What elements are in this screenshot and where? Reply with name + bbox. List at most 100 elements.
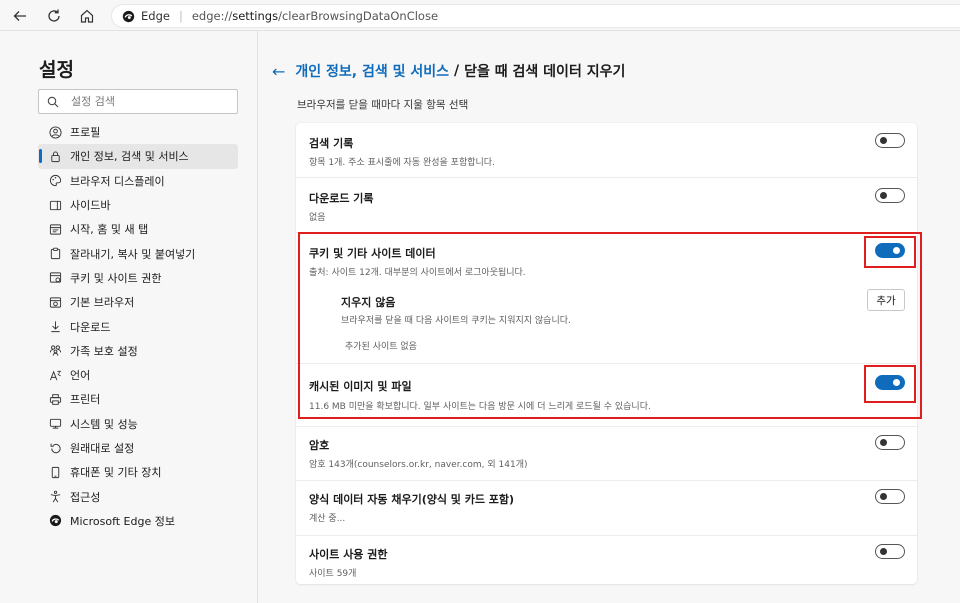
sidebar-item-label: 다운로드: [70, 320, 111, 334]
setting-desc: 암호 143개(counselors.or.kr, naver.com, 외 1…: [309, 460, 528, 470]
setting-row-downloads: 다운로드 기록 없음: [296, 178, 917, 233]
address-bar-area: Edge | edge://settings/clearBrowsingData…: [0, 0, 960, 31]
sidebar-nav: 프로필 개인 정보, 검색 및 서비스 브라우저 디스플레이 사이드바 시작, …: [38, 120, 238, 533]
setting-desc: 없음: [309, 213, 326, 223]
sidebar-item-label: 시스템 및 성능: [70, 417, 138, 431]
back-button[interactable]: [9, 5, 31, 27]
highlight-box-cookies-toggle: [864, 236, 916, 268]
sidebar-item-label: 시작, 홈 및 새 탭: [70, 223, 149, 237]
url-host: settings: [232, 9, 279, 23]
site-permissions-toggle[interactable]: [875, 544, 905, 559]
system-icon: [48, 417, 62, 431]
setting-title: 다운로드 기록: [309, 192, 374, 205]
sidebar-item-label: 사이드바: [70, 199, 111, 213]
printer-icon: [48, 392, 62, 406]
history-toggle[interactable]: [875, 133, 905, 148]
setting-row-passwords: 암호 암호 143개(counselors.or.kr, naver.com, …: [296, 427, 917, 481]
sidebar-item-label: 잘라내기, 복사 및 붙여넣기: [70, 247, 196, 261]
sidebar-item-phone[interactable]: 휴대폰 및 기타 장치: [38, 460, 238, 484]
sidebar-item-label: 프로필: [70, 126, 101, 140]
sidebar-item-default-browser[interactable]: 기본 브라우저: [38, 290, 238, 314]
accessibility-icon: [48, 490, 62, 504]
setting-title: 양식 데이터 자동 채우기(양식 및 카드 포함): [309, 493, 515, 506]
refresh-button[interactable]: [43, 5, 65, 27]
home-button[interactable]: [76, 5, 98, 27]
settings-search[interactable]: [38, 89, 238, 114]
profile-icon: [48, 125, 62, 139]
setting-title: 사이트 사용 권한: [309, 548, 388, 561]
sidebar-item-downloads[interactable]: 다운로드: [38, 314, 238, 338]
sidebar-item-label: 프린터: [70, 393, 101, 407]
setting-row-site-permissions: 사이트 사용 권한 사이트 59개: [296, 536, 917, 584]
home-icon: [80, 9, 94, 23]
edge-logo-icon: [48, 514, 62, 528]
sidebar-item-family[interactable]: 가족 보호 설정: [38, 339, 238, 363]
sidebar-item-label: 언어: [70, 369, 91, 383]
autofill-toggle[interactable]: [875, 489, 905, 504]
passwords-toggle[interactable]: [875, 435, 905, 450]
arrow-left-icon: [13, 11, 26, 21]
setting-row-autofill: 양식 데이터 자동 채우기(양식 및 카드 포함) 계산 중...: [296, 481, 917, 536]
sidebar-item-label: 원래대로 설정: [70, 442, 135, 455]
sidebar-item-about[interactable]: Microsoft Edge 정보: [38, 509, 238, 533]
sidebar-item-label: 접근성: [70, 490, 101, 504]
clipboard-icon: [48, 247, 62, 261]
breadcrumb-parent-link[interactable]: 개인 정보, 검색 및 서비스: [295, 61, 449, 81]
sidebar-item-label: 개인 정보, 검색 및 서비스: [70, 150, 189, 164]
sidebar-item-sidebar[interactable]: 사이드바: [38, 193, 238, 217]
setting-desc: 계산 중...: [309, 514, 346, 524]
page-title: 닫을 때 검색 데이터 지우기: [464, 64, 626, 80]
sidebar-item-reset[interactable]: 원래대로 설정: [38, 436, 238, 460]
sidebar-item-printers[interactable]: 프린터: [38, 387, 238, 411]
sidebar-item-privacy[interactable]: 개인 정보, 검색 및 서비스: [38, 144, 238, 169]
sidebar-item-accessibility[interactable]: 접근성: [38, 484, 238, 508]
search-icon: [47, 96, 59, 107]
sidebar-item-appearance[interactable]: 브라우저 디스플레이: [38, 169, 238, 193]
url-text: edge://settings/clearBrowsingDataOnClose: [192, 9, 438, 23]
sidebar-item-label: 기본 브라우저: [70, 296, 135, 310]
start-page-icon: [48, 222, 62, 236]
sidebar-item-system[interactable]: 시스템 및 성능: [38, 412, 238, 436]
setting-desc: 사이트 59개: [309, 569, 357, 579]
sidebar-item-start-home[interactable]: 시작, 홈 및 새 탭: [38, 217, 238, 241]
cookie-icon: [48, 271, 62, 285]
url-divider: |: [178, 9, 183, 23]
url-field[interactable]: Edge | edge://settings/clearBrowsingData…: [111, 4, 960, 28]
sidebar-title: 설정: [39, 59, 74, 81]
breadcrumb-separator: /: [454, 63, 460, 79]
url-site-label: Edge: [141, 9, 170, 23]
sidebar-item-label: 휴대폰 및 기타 장치: [70, 466, 162, 480]
palette-icon: [48, 174, 62, 188]
setting-title: 암호: [309, 439, 330, 452]
family-icon: [48, 344, 62, 358]
language-icon: [48, 368, 62, 382]
download-icon: [48, 320, 62, 334]
page-subtitle: 브라우저를 닫을 때마다 지울 항목 선택: [297, 99, 469, 111]
sidebar-item-cookies[interactable]: 쿠키 및 사이트 권한: [38, 266, 238, 290]
url-scheme: edge://: [191, 9, 233, 23]
settings-sidebar: 설정 프로필 개인 정보, 검색 및 서비스 브라우저 디스플레이 사이드바 시…: [0, 31, 258, 603]
setting-row-history: 검색 기록 항목 1개. 주소 표시줄에 자동 완성을 포함합니다.: [296, 123, 917, 178]
highlight-box-section: [298, 232, 922, 419]
edge-logo-icon: [122, 10, 135, 22]
sidebar-item-profile[interactable]: 프로필: [38, 120, 238, 144]
sidebar-item-languages[interactable]: 언어: [38, 363, 238, 387]
lock-icon: [48, 149, 62, 163]
refresh-icon: [48, 9, 60, 22]
browser-icon: [48, 295, 62, 309]
sidebar-item-label: Microsoft Edge 정보: [70, 514, 175, 528]
highlight-box-cache-toggle: [864, 365, 916, 403]
sidebar-item-clipboard[interactable]: 잘라내기, 복사 및 붙여넣기: [38, 241, 238, 265]
url-path: /clearBrowsingDataOnClose: [278, 9, 439, 23]
sidebar-item-label: 쿠키 및 사이트 권한: [70, 271, 162, 285]
phone-icon: [48, 465, 62, 479]
back-arrow-icon[interactable]: ←: [272, 62, 285, 81]
sidebar-item-label: 가족 보호 설정: [70, 344, 138, 358]
settings-search-input[interactable]: [71, 95, 221, 108]
sidebar-item-label: 브라우저 디스플레이: [70, 174, 165, 188]
setting-desc: 항목 1개. 주소 표시줄에 자동 완성을 포함합니다.: [309, 158, 495, 168]
reset-icon: [48, 441, 62, 455]
sidebar-icon: [48, 198, 62, 212]
downloads-toggle[interactable]: [875, 188, 905, 203]
page-header: ← 개인 정보, 검색 및 서비스 / 닫을 때 검색 데이터 지우기: [272, 61, 625, 81]
